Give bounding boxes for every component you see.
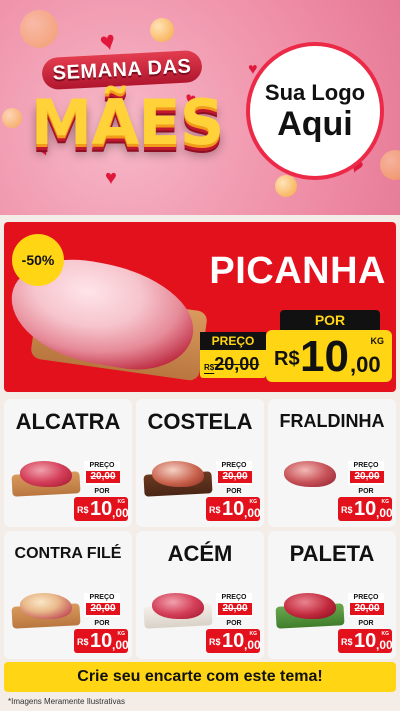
price-currency: R$ [341, 637, 353, 647]
old-price-tag: PREÇO R$20,00 [200, 332, 266, 378]
featured-product-name: PICANHA [209, 250, 386, 292]
product-card[interactable]: PALETA PREÇO 20,00 POR R$ 10 ,00 KG [268, 531, 396, 659]
price-unit: KG [249, 631, 258, 637]
product-name: CONTRA FILÉ [14, 545, 122, 562]
price-unit: KG [381, 499, 390, 505]
price-unit: KG [249, 499, 258, 505]
meat-image [143, 461, 213, 497]
old-price-label: PREÇO [84, 593, 120, 603]
old-price-label: PREÇO [200, 332, 266, 350]
old-price: 20,00 [350, 603, 384, 615]
old-price-tag: PREÇO 20,00 [348, 461, 384, 485]
meat-image [143, 593, 213, 629]
price-integer: 10 [222, 630, 245, 652]
old-price: 20,00 [218, 471, 252, 483]
product-card[interactable]: CONTRA FILÉ PREÇO 20,00 POR R$ 10 ,00 KG [4, 531, 132, 659]
price-decimal: ,00 [244, 638, 261, 652]
price-unit: KG [370, 336, 385, 346]
new-price-tag: R$ 10 ,00 KG [74, 629, 129, 653]
old-price: 20,00 [86, 471, 120, 483]
price-unit: KG [117, 631, 126, 637]
price-decimal: ,00 [112, 506, 129, 520]
new-price-tag: R$ 10 ,00 KG [74, 497, 129, 521]
old-price-label: PREÇO [216, 461, 252, 471]
old-price-label: PREÇO [216, 593, 252, 603]
price-currency: R$ [209, 637, 221, 647]
price-currency: R$ [274, 348, 300, 370]
old-price: 20,00 [350, 471, 384, 483]
product-card[interactable]: COSTELA PREÇO 20,00 POR R$ 10 ,00 KG [136, 399, 264, 527]
new-price-tag: R$ 10 ,00 KG [338, 497, 393, 521]
product-name: ACÉM [167, 541, 233, 566]
new-price-label: POR [94, 620, 110, 627]
new-price-label: POR [358, 620, 374, 627]
price-unit: KG [117, 499, 126, 505]
disclaimer-text: *Imagens Meramente Ilustrativas [8, 697, 125, 706]
header-banner: ♥ ♥ ♥ ♥ ♥ ♥ ♥ SEMANA DAS MÃES Sua Logo A… [0, 0, 400, 215]
price-decimal: ,00 [350, 352, 381, 377]
new-price-label: POR [280, 310, 380, 330]
old-price-tag: PREÇO 20,00 [84, 593, 120, 617]
price-integer: 10 [300, 332, 349, 381]
meat-image [11, 461, 81, 497]
price-currency: R$ [209, 505, 221, 515]
logo-text-line1: Sua Logo [264, 80, 366, 105]
new-price-tag: R$ 10 ,00 KG [338, 629, 393, 653]
price-decimal: ,00 [244, 506, 261, 520]
campaign-title-small: SEMANA DAS [41, 49, 203, 91]
price-integer: 10 [354, 498, 377, 520]
new-price-label: POR [226, 620, 242, 627]
product-name: FRALDINHA [279, 411, 385, 431]
price-currency: R$ [341, 505, 353, 515]
decor-bubble [150, 18, 174, 42]
old-price: 20,00 [218, 603, 252, 615]
decor-bubble [275, 175, 297, 197]
decor-bubble [380, 150, 400, 180]
old-price-tag: PREÇO 20,00 [216, 461, 252, 485]
old-price: R$20,00 [204, 354, 259, 375]
product-name: COSTELA [147, 409, 253, 434]
price-integer: 10 [90, 498, 113, 520]
product-name: ALCATRA [15, 409, 121, 434]
new-price-label: POR [226, 488, 242, 495]
meat-image [275, 593, 345, 629]
old-price-value: 20,00 [214, 354, 260, 374]
old-price-tag: PREÇO 20,00 [216, 593, 252, 617]
logo-text-line2: Aqui [277, 105, 353, 143]
old-price-label: PREÇO [348, 593, 384, 603]
old-price: 20,00 [86, 603, 120, 615]
new-price-label: POR [94, 488, 110, 495]
campaign-title-big: MÃES [30, 86, 225, 159]
product-card[interactable]: ACÉM PREÇO 20,00 POR R$ 10 ,00 KG [136, 531, 264, 659]
product-card[interactable]: FRALDINHA PREÇO 20,00 POR R$ 10 ,00 KG [268, 399, 396, 527]
old-price-label: PREÇO [348, 461, 384, 471]
product-name: PALETA [289, 541, 375, 566]
cta-banner[interactable]: Crie seu encarte com este tema! [4, 662, 396, 692]
price-decimal: ,00 [376, 506, 393, 520]
meat-image [11, 593, 81, 629]
price-integer: 10 [222, 498, 245, 520]
price-currency: R$ [77, 637, 89, 647]
meat-image [276, 461, 344, 497]
price-integer: 10 [90, 630, 113, 652]
price-integer: 10 [354, 630, 377, 652]
new-price-tag: R$ 10 ,00 KG [206, 629, 261, 653]
price-decimal: ,00 [376, 638, 393, 652]
old-price-currency: R$ [204, 363, 215, 372]
old-price-label: PREÇO [84, 461, 120, 471]
old-price-tag: PREÇO 20,00 [348, 593, 384, 617]
new-price-tag: R$ 10 ,00 KG [206, 497, 261, 521]
product-card[interactable]: ALCATRA PREÇO 20,00 POR R$ 10 ,00 KG [4, 399, 132, 527]
price-decimal: ,00 [112, 638, 129, 652]
campaign-title: SEMANA DAS MÃES [10, 40, 240, 180]
old-price-tag: PREÇO 20,00 [84, 461, 120, 485]
price-unit: KG [381, 631, 390, 637]
featured-product[interactable]: -50% PICANHA PREÇO R$20,00 POR R$ 10 ,00… [4, 222, 396, 392]
new-price-tag: R$ 10 ,00 KG [266, 330, 392, 382]
logo-placeholder[interactable]: Sua Logo Aqui [246, 42, 384, 180]
price-currency: R$ [77, 505, 89, 515]
new-price-label: POR [358, 488, 374, 495]
discount-badge: -50% [12, 234, 64, 286]
